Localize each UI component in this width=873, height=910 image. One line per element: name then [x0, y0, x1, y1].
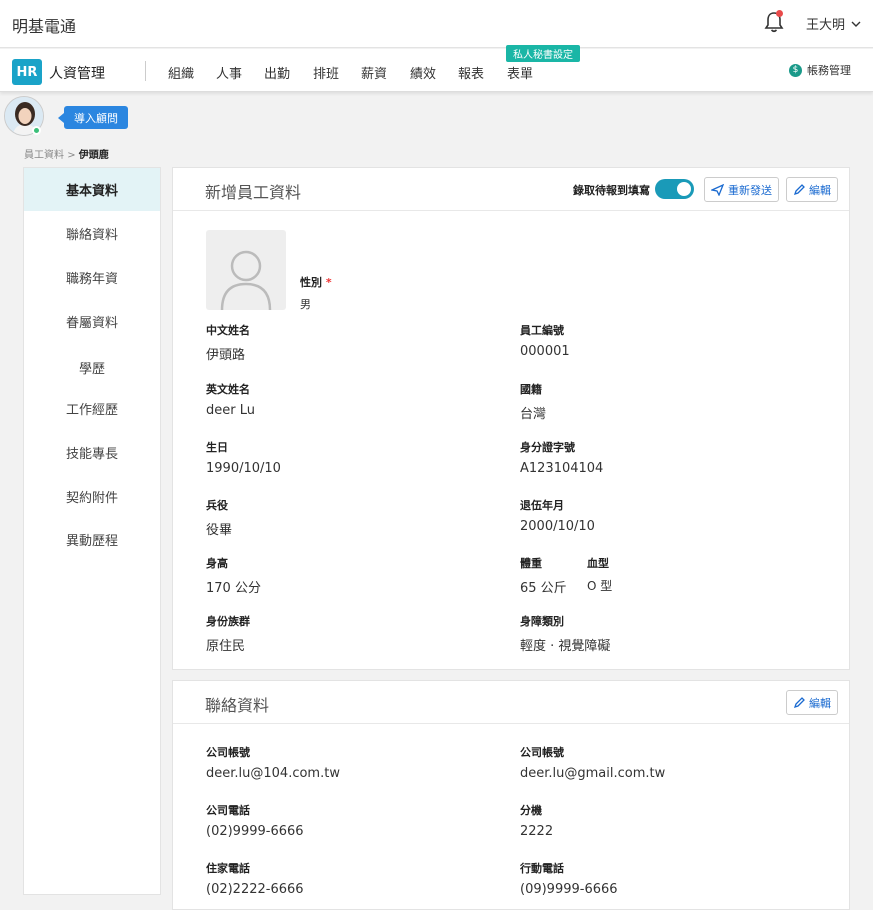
home-phone-label: 住家電話 — [206, 862, 250, 875]
sidebar-item-contracts[interactable]: 契約附件 — [24, 475, 160, 518]
menu-item-attendance[interactable]: 出勤 — [264, 63, 290, 82]
sidebar-item-history[interactable]: 異動歷程 — [24, 518, 160, 561]
emp-no-value: 000001 — [520, 344, 570, 359]
blood-value: O 型 — [587, 579, 613, 593]
company-phone-label: 公司電話 — [206, 804, 250, 817]
id-no-label: 身分證字號 — [520, 441, 575, 454]
extension-value: 2222 — [520, 824, 554, 839]
disability-label: 身障類別 — [520, 615, 564, 628]
height-value: 170 公分 — [206, 581, 261, 596]
sidebar-item-skills[interactable]: 技能專長 — [24, 431, 160, 474]
emp-no-label: 員工編號 — [520, 324, 564, 337]
edit-label: 編輯 — [809, 183, 831, 197]
en-name-label: 英文姓名 — [206, 383, 250, 396]
military-label: 兵役 — [206, 499, 228, 512]
app-name[interactable]: 人資管理 — [49, 63, 105, 83]
user-name: 王大明 — [806, 18, 846, 33]
chevron-down-icon — [851, 21, 861, 27]
notification-dot — [776, 10, 783, 17]
birthday-label: 生日 — [206, 441, 228, 454]
online-status-dot — [32, 126, 41, 135]
contact-info-card: 聯絡資料 編輯 公司帳號 deer.lu@104.com.tw 公司帳號 dee… — [172, 680, 850, 910]
toggle-label: 錄取待報到填寫 — [573, 184, 650, 197]
extension-label: 分機 — [520, 804, 542, 817]
breadcrumb: 員工資料 > 伊頭鹿 — [24, 146, 109, 161]
company-account-value: deer.lu@104.com.tw — [206, 766, 340, 781]
menu-item-reports[interactable]: 報表 — [458, 63, 484, 82]
pencil-icon — [793, 696, 805, 708]
pencil-icon — [793, 183, 805, 195]
menu-item-payroll[interactable]: 薪資 — [361, 63, 387, 82]
basic-info-card: 新增員工資料 錄取待報到填寫 重新發送 編輯 性別 * 男 中文姓名 伊頭路 員… — [172, 167, 850, 670]
ethnic-label: 身份族群 — [206, 615, 250, 628]
breadcrumb-separator: > — [67, 150, 76, 161]
onboard-toggle[interactable] — [655, 179, 694, 199]
ethnic-value: 原住民 — [206, 639, 246, 654]
mobile-label: 行動電話 — [520, 862, 564, 875]
nationality-value: 台灣 — [520, 407, 547, 422]
card-header: 聯絡資料 編輯 — [173, 681, 849, 724]
required-mark: * — [325, 276, 332, 289]
gender-label-text: 性別 — [300, 276, 322, 289]
disability-value: 輕度 · 視覺障礙 — [520, 639, 611, 654]
nationality-label: 國籍 — [520, 383, 542, 396]
account-link[interactable]: $ 帳務管理 — [789, 62, 851, 78]
card-title: 聯絡資料 — [205, 696, 270, 715]
military-value: 役畢 — [206, 523, 233, 538]
cn-name-label: 中文姓名 — [206, 324, 250, 337]
sidebar-item-experience[interactable]: 工作經歷 — [24, 387, 160, 430]
consultant-button[interactable]: 導入顧問 — [58, 106, 128, 129]
sidebar-item-basic[interactable]: 基本資料 — [24, 168, 160, 211]
menu-item-org[interactable]: 組織 — [168, 63, 194, 82]
menu-item-performance[interactable]: 績效 — [410, 63, 436, 82]
menu-item-schedule[interactable]: 排班 — [313, 63, 339, 82]
main-nav: HR 人資管理 組織 人事 出勤 排班 薪資 績效 報表 表單 私人秘書設定 $… — [0, 45, 873, 92]
edit-contact-button[interactable]: 編輯 — [786, 690, 838, 715]
personal-account-value: deer.lu@gmail.com.tw — [520, 766, 666, 781]
dollar-icon: $ — [789, 63, 802, 77]
breadcrumb-current: 伊頭鹿 — [78, 150, 109, 161]
resend-label: 重新發送 — [728, 183, 772, 197]
menu-item-personnel[interactable]: 人事 — [216, 63, 242, 82]
company-name: 明基電通 — [12, 17, 77, 36]
sidebar-item-job-seniority[interactable]: 職務年資 — [24, 256, 160, 299]
cn-name-value: 伊頭路 — [206, 348, 246, 363]
personal-account-label: 公司帳號 — [520, 746, 564, 759]
edit-basic-button[interactable]: 編輯 — [786, 177, 838, 202]
employee-photo[interactable] — [206, 230, 286, 311]
top-bar: 明基電通 王大明 — [0, 0, 873, 48]
card-title: 新增員工資料 — [205, 183, 302, 202]
birthday-value: 1990/10/10 — [206, 461, 281, 476]
blood-label: 血型 — [587, 557, 609, 570]
menu-item-forms[interactable]: 表單 — [507, 63, 533, 82]
sidebar-item-dependents[interactable]: 眷屬資料 — [24, 300, 160, 343]
edit-label: 編輯 — [809, 696, 831, 710]
en-name-value: deer Lu — [206, 403, 255, 418]
company-phone-value: (02)9999-6666 — [206, 824, 304, 839]
sidebar-item-contact[interactable]: 聯絡資料 — [24, 212, 160, 255]
account-label: 帳務管理 — [807, 64, 851, 77]
gender-value: 男 — [300, 298, 311, 311]
sidebar-item-education[interactable]: 學歷 — [24, 346, 160, 389]
weight-value: 65 公斤 — [520, 581, 567, 596]
weight-label: 體重 — [520, 557, 542, 570]
breadcrumb-parent[interactable]: 員工資料 — [24, 150, 64, 161]
company-account-label: 公司帳號 — [206, 746, 250, 759]
card-header: 新增員工資料 錄取待報到填寫 重新發送 編輯 — [173, 168, 849, 211]
nav-divider — [145, 61, 146, 81]
hr-logo[interactable]: HR — [12, 59, 42, 85]
resend-button[interactable]: 重新發送 — [704, 177, 779, 202]
height-label: 身高 — [206, 557, 228, 570]
gender-label: 性別 * — [300, 274, 332, 290]
discharge-label: 退伍年月 — [520, 499, 564, 512]
section-sidebar: 基本資料 聯絡資料 職務年資 眷屬資料 學歷 工作經歷 技能專長 契約附件 異動… — [23, 167, 161, 895]
user-menu[interactable]: 王大明 — [806, 14, 861, 33]
send-icon — [711, 183, 724, 196]
secretary-badge[interactable]: 私人秘書設定 — [506, 45, 580, 62]
discharge-value: 2000/10/10 — [520, 519, 595, 534]
id-no-value: A123104104 — [520, 461, 604, 476]
person-placeholder-icon — [220, 250, 272, 311]
